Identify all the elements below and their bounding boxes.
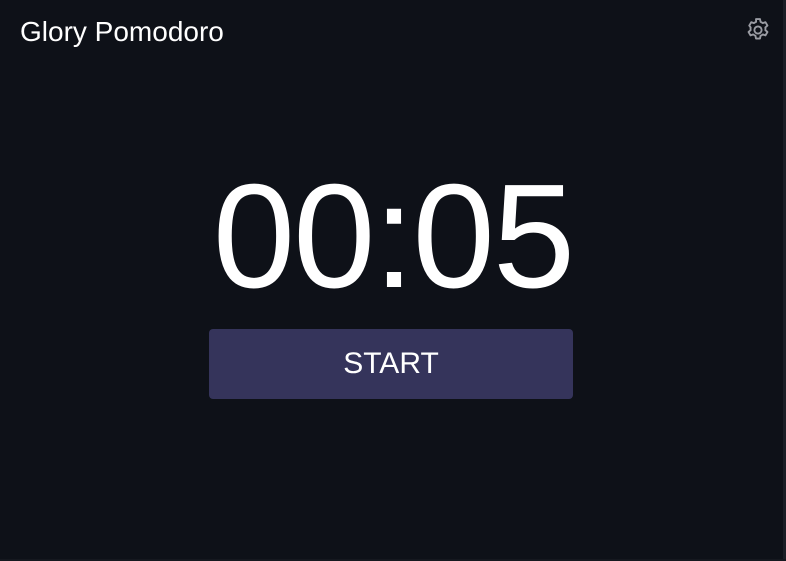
timer-display: 00:05 — [212, 154, 575, 319]
settings-button[interactable] — [743, 15, 773, 45]
start-button-label: START — [343, 347, 439, 380]
app-title: Glory Pomodoro — [20, 16, 224, 47]
gear-icon — [744, 16, 772, 44]
app-window: Glory Pomodoro 00:05 START — [0, 0, 786, 561]
start-button[interactable]: START — [209, 329, 573, 399]
